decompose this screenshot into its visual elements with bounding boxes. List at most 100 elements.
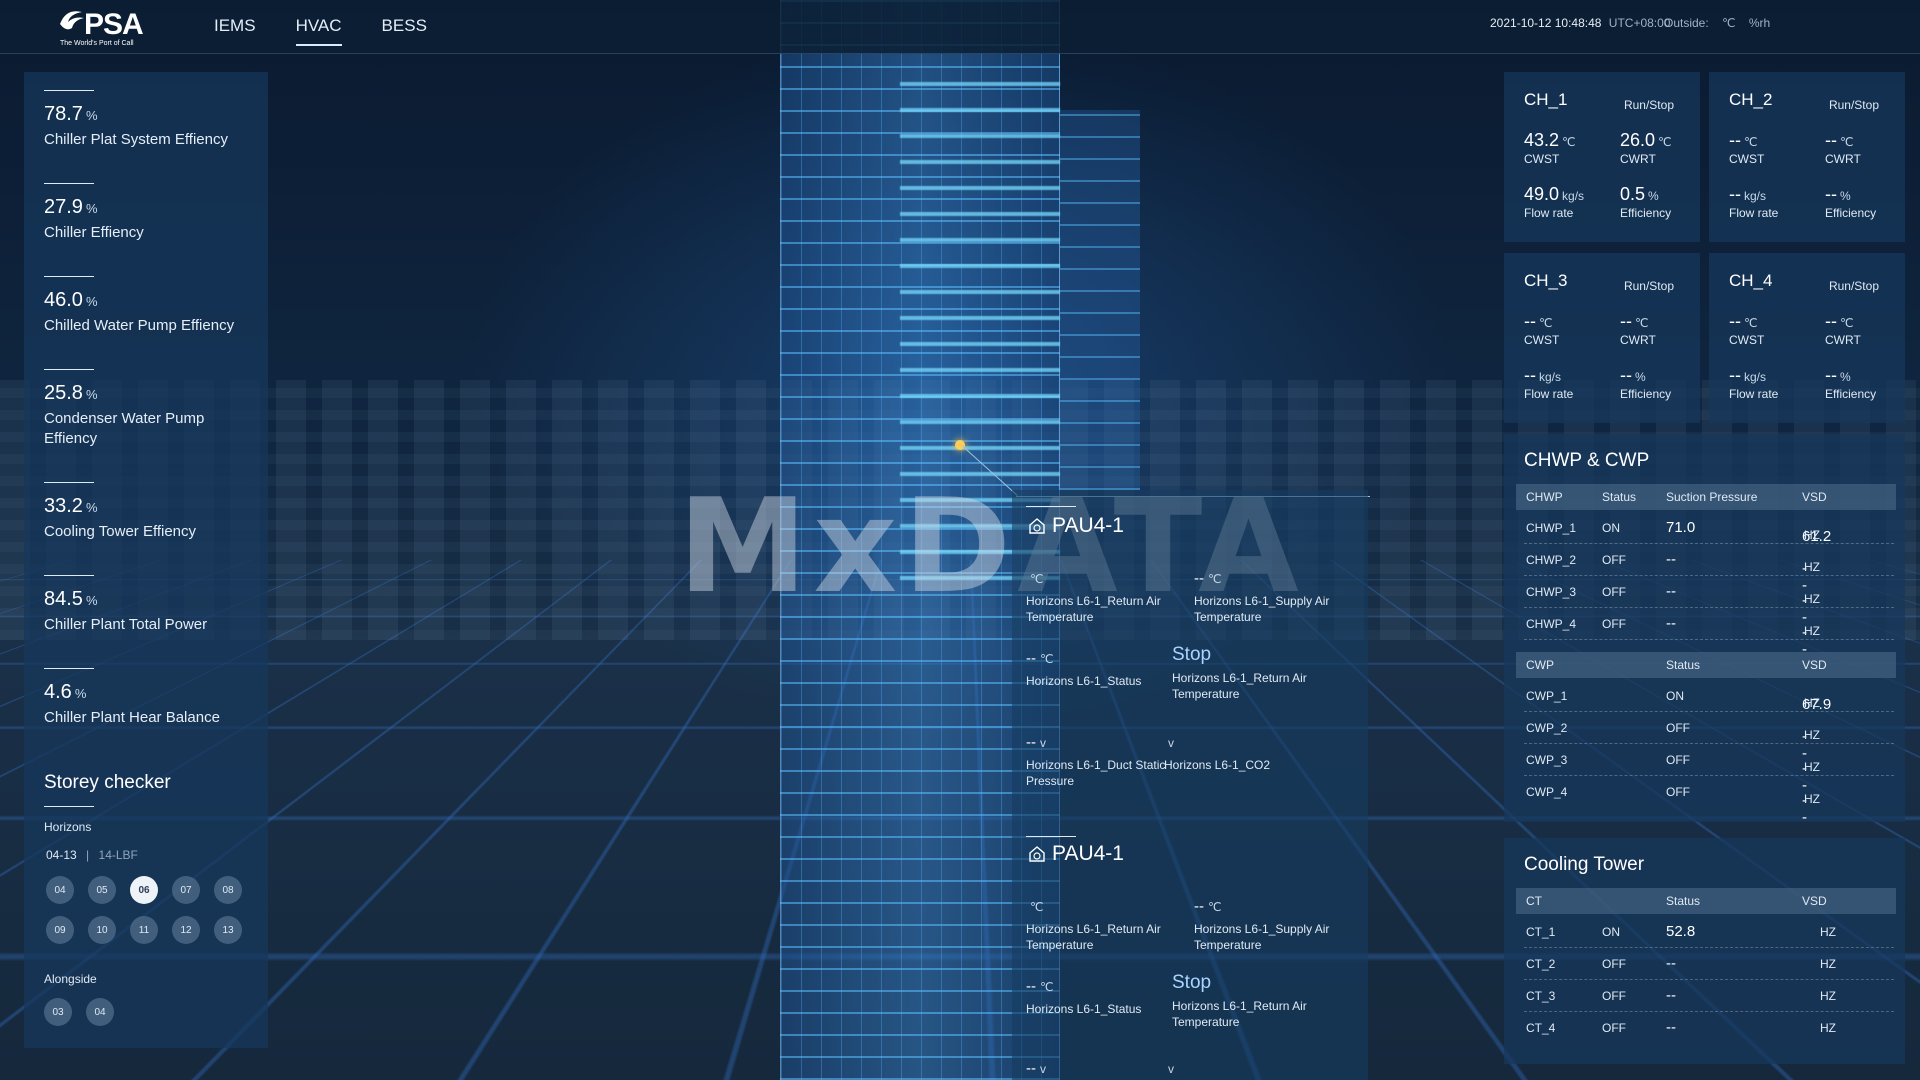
building-wing (1060, 110, 1140, 490)
chiller-label: CWRT (1620, 333, 1656, 347)
run-stop-toggle[interactable]: Run/Stop (1624, 279, 1674, 293)
cooling-tower-panel: Cooling Tower CT Status VSD CT_1 ON 52.8… (1504, 838, 1905, 1064)
run-stop-toggle[interactable]: Run/Stop (1624, 98, 1674, 112)
pau-unit: ℃ (1030, 572, 1044, 586)
ct-col-status: Status (1666, 894, 1701, 908)
psa-logo[interactable]: PSA The World's Port of Call (56, 4, 156, 50)
pau-unit: v (1040, 736, 1046, 750)
nav-bess[interactable]: BESS (382, 16, 427, 46)
cwp-table-header: CWP Status VSD (1516, 652, 1896, 678)
storey-building: Horizons (44, 820, 92, 834)
metric-value: 46.0 (44, 289, 83, 311)
alongside-floor-03[interactable]: 03 (44, 998, 72, 1026)
metric-label: Chiller Plant Total Power (44, 616, 208, 633)
floor-button-09[interactable]: 09 (46, 916, 74, 944)
floor-button-10[interactable]: 10 (88, 916, 116, 944)
run-stop-toggle[interactable]: Run/Stop (1829, 98, 1879, 112)
pump-name: CWP_2 (1526, 721, 1568, 735)
table-row[interactable]: CT_1 ON 52.8 HZ (1524, 916, 1894, 948)
metric-unit: % (85, 593, 98, 608)
table-row[interactable]: CWP_1 ON 67.9 HZ (1524, 680, 1894, 713)
pau-co2: v Horizons L6-1_CO2 (1164, 734, 1324, 773)
outside-rh-unit: %rh (1748, 16, 1771, 30)
nav-iems[interactable]: IEMS (214, 16, 256, 46)
floor-button-12[interactable]: 12 (172, 916, 200, 944)
metric-value: 78.7 (44, 103, 83, 125)
storey-range-extra[interactable]: 14-LBF (99, 848, 138, 862)
chwp-col-pressure: Suction Pressure (1666, 490, 1758, 504)
chiller-label: CWST (1729, 333, 1765, 347)
vsd-unit: HZ (1804, 624, 1820, 638)
chiller-value: 0.5 (1620, 184, 1646, 204)
cwp-col-name: CWP (1526, 658, 1554, 672)
metric-value: 33.2 (44, 495, 83, 517)
ct-col-vsd: VSD (1802, 894, 1827, 908)
pau-title: PAU4-1 (1028, 514, 1124, 538)
pau-value: -- (1026, 1060, 1036, 1077)
metric-value: 27.9 (44, 196, 83, 218)
outside-temp-unit: ℃ (1722, 16, 1736, 30)
ct-name: CT_3 (1526, 989, 1556, 1003)
table-row[interactable]: CWP_2 OFF -- HZ (1524, 712, 1894, 762)
pau-label: Horizons L6-1_Duct Static Pressure (1026, 758, 1166, 788)
nav-hvac[interactable]: HVAC (295, 16, 342, 46)
chiller-unit: ℃ (1744, 135, 1758, 149)
storey-range-sep: | (86, 848, 90, 862)
chiller-name: CH_4 (1729, 271, 1773, 290)
table-row[interactable]: CT_3 OFF -- HZ (1524, 980, 1894, 1012)
floor-button-07[interactable]: 07 (172, 876, 200, 904)
alongside-floor-04[interactable]: 04 (86, 998, 114, 1026)
floor-button-05[interactable]: 05 (88, 876, 116, 904)
pau-unit: v (1168, 1062, 1174, 1076)
chiller-efficiency: --% Efficiency (1825, 365, 1876, 401)
pump-name: CWP_3 (1526, 753, 1568, 767)
pau-unit: ℃ (1040, 980, 1054, 994)
floor-button-06[interactable]: 06 (130, 876, 158, 904)
chiller-flow: 49.0 kg/s Flow rate (1524, 184, 1584, 220)
chiller-cwst: -- ℃ CWST (1729, 311, 1764, 347)
chiller-efficiency: --% Efficiency (1825, 184, 1876, 220)
chwp-col-status: Status (1602, 490, 1637, 504)
pau-label: Horizons L6-1_Supply Air Temperature (1194, 594, 1330, 624)
ct-name: CT_1 (1526, 925, 1556, 939)
pau-duct-pressure: -- v (1026, 1060, 1186, 1077)
floor-button-08[interactable]: 08 (214, 876, 242, 904)
table-row[interactable]: CHWP_3 OFF -- -- HZ (1524, 576, 1894, 626)
vsd-unit: HZ (1804, 792, 1820, 806)
pau-return-air-temp: ℃ Horizons L6-1_Return Air Temperature (1026, 570, 1186, 625)
pump-pressure: -- (1666, 615, 1676, 632)
chiller-card-ch2: CH_2 Run/Stop -- ℃ CWST -- ℃ CWRT -- kg/s Flow… (1709, 72, 1905, 242)
chiller-label: Efficiency (1620, 387, 1672, 401)
ct-value: -- (1666, 955, 1676, 972)
table-row[interactable]: CWP_3 OFF -- HZ (1524, 744, 1894, 794)
table-row[interactable]: CHWP_1 ON 71.0 61.2 HZ (1524, 512, 1894, 545)
table-row[interactable]: CT_2 OFF -- HZ (1524, 948, 1894, 980)
table-row[interactable]: CT_4 OFF -- HZ (1524, 1012, 1894, 1044)
pau-title-text: PAU4-1 (1052, 514, 1124, 537)
table-row[interactable]: CHWP_4 OFF -- -- HZ (1524, 608, 1894, 658)
pau-unit: ℃ (1030, 900, 1044, 914)
metric-system-efficiency: 78.7% Chiller Plat System Effiency (44, 90, 254, 150)
floor-button-11[interactable]: 11 (130, 916, 158, 944)
table-row[interactable]: CWP_4 OFF -- HZ (1524, 776, 1894, 826)
pau-status: -- ℃ Horizons L6-1_Status (1026, 650, 1186, 689)
pau-return-air-temp: ℃ Horizons L6-1_Return Air Temperature (1026, 898, 1186, 953)
chiller-value: -- (1825, 130, 1837, 150)
table-row[interactable]: CHWP_2 OFF -- -- HZ (1524, 544, 1894, 594)
chiller-cwrt: -- ℃ CWRT (1620, 311, 1656, 347)
chiller-value: -- (1729, 365, 1741, 385)
logo-tagline: The World's Port of Call (60, 40, 134, 47)
chiller-unit: kg/s (1539, 370, 1562, 384)
pau-divider (1026, 836, 1076, 837)
datetime-value: 2021-10-12 10:48:48 (1490, 16, 1602, 30)
metric-chiller-efficiency: 27.9% Chiller Effiency (44, 183, 254, 243)
pump-pressure: -- (1666, 551, 1676, 568)
storey-range-active[interactable]: 04-13 (46, 848, 77, 862)
pau-label: Horizons L6-1_Return Air Temperature (1026, 594, 1161, 624)
run-stop-toggle[interactable]: Run/Stop (1829, 279, 1879, 293)
chiller-card-ch4: CH_4 Run/Stop -- ℃ CWST -- ℃ CWRT -- kg/s Flow… (1709, 253, 1905, 423)
chiller-card-ch3: CH_3 Run/Stop -- ℃ CWST -- ℃ CWRT -- kg/s Flow… (1504, 253, 1700, 423)
chiller-unit: ℃ (1539, 316, 1553, 330)
floor-button-13[interactable]: 13 (214, 916, 242, 944)
floor-button-04[interactable]: 04 (46, 876, 74, 904)
